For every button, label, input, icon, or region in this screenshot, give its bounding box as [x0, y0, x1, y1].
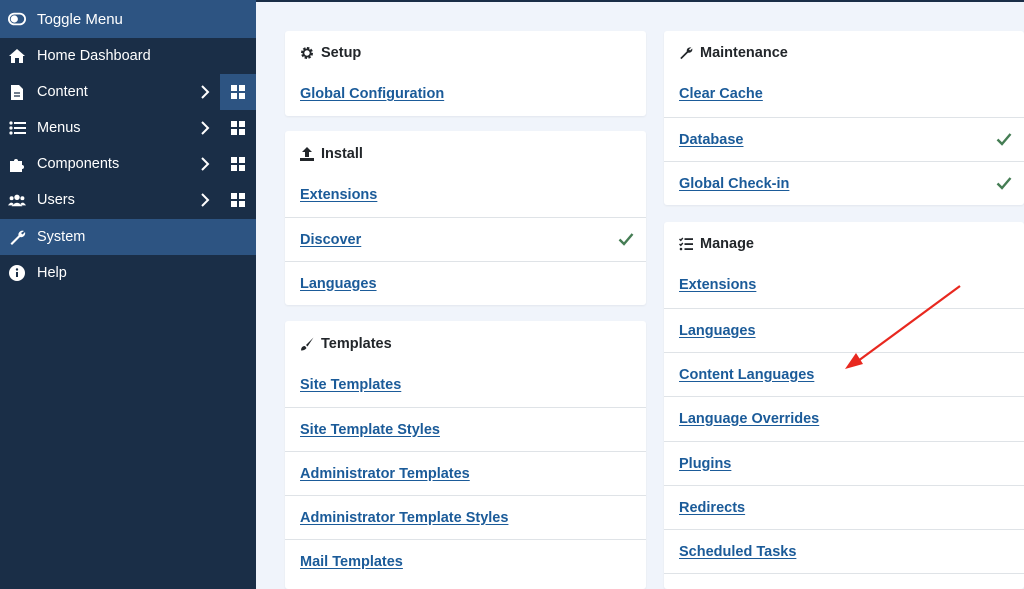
info-icon — [8, 264, 26, 282]
card-title-text: Manage — [700, 236, 754, 252]
list-item — [664, 573, 1024, 589]
users-icon — [8, 191, 26, 209]
maintenance-card-title: Maintenance — [679, 45, 788, 61]
list-item: Administrator Templates — [285, 451, 646, 495]
wrench-icon — [680, 47, 693, 60]
language-overrides-link[interactable]: Language Overrides — [679, 411, 819, 427]
toggle-menu-label: Toggle Menu — [37, 10, 123, 28]
chevron-right-icon[interactable] — [198, 157, 212, 171]
list-item: Database — [664, 117, 1024, 161]
list-item: Global Configuration — [285, 72, 646, 116]
sidebar-item-menus[interactable]: Menus — [0, 110, 256, 146]
sidebar-item-label: System — [37, 229, 86, 245]
brush-icon — [301, 337, 314, 351]
check-icon — [618, 233, 634, 246]
list-item: Language Overrides — [664, 396, 1024, 440]
sidebar-item-content[interactable]: Content — [0, 74, 256, 110]
puzzle-icon — [8, 155, 26, 173]
top-border — [256, 0, 1024, 2]
sidebar-item-label: Home Dashboard — [37, 48, 151, 64]
card-title-text: Install — [321, 146, 363, 162]
install-extensions-link[interactable]: Extensions — [300, 187, 377, 203]
maintenance-card: Maintenance Clear Cache Database Global … — [664, 31, 1024, 205]
discover-link[interactable]: Discover — [300, 232, 361, 248]
upload-icon — [300, 147, 314, 161]
global-configuration-link[interactable]: Global Configuration — [300, 86, 444, 102]
redirects-link[interactable]: Redirects — [679, 500, 745, 516]
check-icon — [996, 177, 1012, 190]
dashboard-grid-icon[interactable] — [220, 110, 256, 146]
toggle-icon — [8, 10, 26, 28]
checklist-icon — [679, 237, 693, 251]
list-item: Extensions — [664, 263, 1024, 307]
install-languages-link[interactable]: Languages — [300, 276, 377, 292]
plugins-link[interactable]: Plugins — [679, 456, 731, 472]
chevron-right-icon[interactable] — [198, 193, 212, 207]
administrator-templates-link[interactable]: Administrator Templates — [300, 466, 470, 482]
list-item: Languages — [285, 261, 646, 305]
scheduled-tasks-link[interactable]: Scheduled Tasks — [679, 544, 796, 560]
manage-extensions-link[interactable]: Extensions — [679, 277, 756, 293]
install-card: Install Extensions Discover Languages — [285, 131, 646, 305]
global-check-in-link[interactable]: Global Check-in — [679, 176, 789, 192]
list-item: Site Template Styles — [285, 407, 646, 451]
sidebar-item-label: Components — [37, 156, 120, 172]
administrator-template-styles-link[interactable]: Administrator Template Styles — [300, 510, 508, 526]
setup-card-title: Setup — [300, 45, 361, 61]
setup-card: Setup Global Configuration — [285, 31, 646, 116]
sidebar: Toggle Menu Home Dashboard Content Menus — [0, 0, 256, 589]
mail-templates-link[interactable]: Mail Templates — [300, 554, 403, 570]
clear-cache-link[interactable]: Clear Cache — [679, 86, 763, 102]
manage-card: Manage Extensions Languages Content Lang… — [664, 222, 1024, 589]
sidebar-item-system[interactable]: System — [0, 219, 256, 255]
gear-icon — [301, 47, 313, 59]
sidebar-item-components[interactable]: Components — [0, 146, 256, 182]
list-item: Discover — [285, 217, 646, 261]
list-item: Extensions — [285, 173, 646, 217]
check-icon — [996, 133, 1012, 146]
card-title-text: Templates — [321, 336, 392, 352]
sidebar-item-help[interactable]: Help — [0, 255, 256, 291]
dashboard-grid-icon[interactable] — [220, 74, 256, 110]
card-title-text: Setup — [321, 45, 362, 61]
sidebar-item-users[interactable]: Users — [0, 182, 256, 218]
manage-card-title: Manage — [679, 236, 754, 252]
templates-card: Templates Site Templates Site Template S… — [285, 321, 646, 589]
list-item: Redirects — [664, 485, 1024, 529]
install-card-title: Install — [300, 146, 363, 162]
list-item: Clear Cache — [664, 72, 1024, 116]
sidebar-item-label: Users — [37, 192, 75, 208]
dashboard-grid-icon[interactable] — [220, 182, 256, 218]
chevron-right-icon[interactable] — [198, 85, 212, 99]
database-link[interactable]: Database — [679, 132, 743, 148]
list-item: Scheduled Tasks — [664, 529, 1024, 573]
dashboard-grid-icon[interactable] — [220, 146, 256, 182]
file-icon — [8, 83, 26, 101]
manage-languages-link[interactable]: Languages — [679, 323, 756, 339]
content-languages-link[interactable]: Content Languages — [679, 367, 814, 383]
sidebar-item-label: Help — [37, 265, 67, 281]
list-item: Site Templates — [285, 363, 646, 407]
sidebar-item-label: Menus — [37, 120, 81, 136]
wrench-icon — [8, 228, 26, 246]
list-item: Languages — [664, 308, 1024, 352]
list-item: Mail Templates — [285, 539, 646, 583]
site-templates-link[interactable]: Site Templates — [300, 377, 401, 393]
site-template-styles-link[interactable]: Site Template Styles — [300, 422, 440, 438]
list-item: Global Check-in — [664, 161, 1024, 205]
home-icon — [8, 47, 26, 65]
list-item: Content Languages — [664, 352, 1024, 396]
list-icon — [8, 119, 26, 137]
sidebar-item-label: Content — [37, 84, 88, 100]
toggle-menu-button[interactable]: Toggle Menu — [0, 0, 256, 38]
list-item: Administrator Template Styles — [285, 495, 646, 539]
templates-card-title: Templates — [300, 336, 392, 352]
chevron-right-icon[interactable] — [198, 121, 212, 135]
card-title-text: Maintenance — [700, 45, 788, 61]
sidebar-item-home-dashboard[interactable]: Home Dashboard — [0, 38, 256, 74]
list-item: Plugins — [664, 441, 1024, 485]
